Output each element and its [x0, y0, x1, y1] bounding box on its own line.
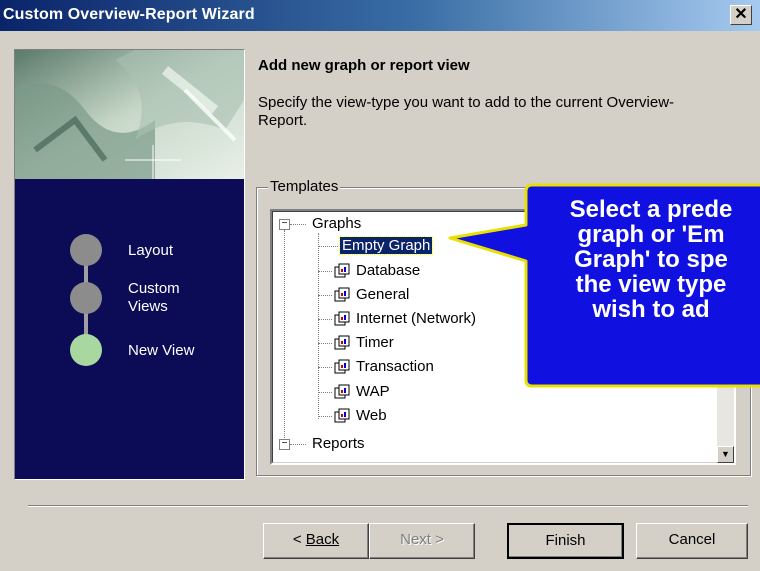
cancel-button[interactable]: Cancel: [636, 523, 748, 559]
graph-icon: [334, 287, 350, 302]
close-button[interactable]: ✕: [730, 5, 752, 25]
step-label-custom-views: Custom Views: [128, 280, 180, 315]
tree-node-graphs[interactable]: Graphs: [312, 214, 361, 234]
step-dot-custom-views: [70, 282, 102, 314]
help-callout-text: Select a prede graph or 'Em Graph' to sp…: [569, 196, 733, 323]
window-title: Custom Overview-Report Wizard: [3, 6, 255, 23]
button-separator: [28, 505, 748, 507]
graph-icon: [334, 359, 350, 374]
next-button: Next >: [369, 523, 475, 559]
tree-item-wap[interactable]: WAP: [356, 382, 390, 402]
header-image: [15, 50, 244, 179]
page-description: Specify the view-type you want to add to…: [258, 94, 675, 129]
collapse-graphs-icon[interactable]: −: [279, 219, 290, 230]
tree-node-reports[interactable]: Reports: [312, 434, 365, 454]
step-label-layout: Layout: [128, 242, 174, 259]
graph-icon: [334, 311, 350, 326]
step-dot-layout: [70, 234, 102, 266]
graph-icon: [334, 408, 350, 423]
wizard-side-panel: Layout Custom Views New View: [14, 49, 245, 480]
close-icon: ✕: [734, 6, 748, 23]
tree-item-timer[interactable]: Timer: [356, 333, 394, 353]
step-label-new-view: New View: [128, 342, 195, 359]
tree-item-empty-graph[interactable]: Empty Graph: [338, 236, 434, 256]
title-bar: Custom Overview-Report Wizard ✕: [0, 0, 760, 31]
scroll-down-button[interactable]: ▼: [717, 446, 734, 463]
tree-item-transaction[interactable]: Transaction: [356, 357, 434, 377]
step-dot-new-view: [70, 334, 102, 366]
page-heading: Add new graph or report view: [258, 57, 470, 74]
tree-item-database[interactable]: Database: [356, 261, 420, 281]
graph-icon: [334, 384, 350, 399]
collapse-reports-icon[interactable]: −: [279, 439, 290, 450]
back-button[interactable]: < Back: [263, 523, 369, 559]
tree-item-general[interactable]: General: [356, 285, 409, 305]
finish-button[interactable]: Finish: [507, 523, 624, 559]
tree-item-web[interactable]: Web: [356, 406, 387, 426]
chevron-down-icon: ▼: [721, 449, 730, 459]
templates-group-label: Templates: [268, 178, 341, 195]
graph-icon: [334, 263, 350, 278]
graph-icon: [334, 335, 350, 350]
